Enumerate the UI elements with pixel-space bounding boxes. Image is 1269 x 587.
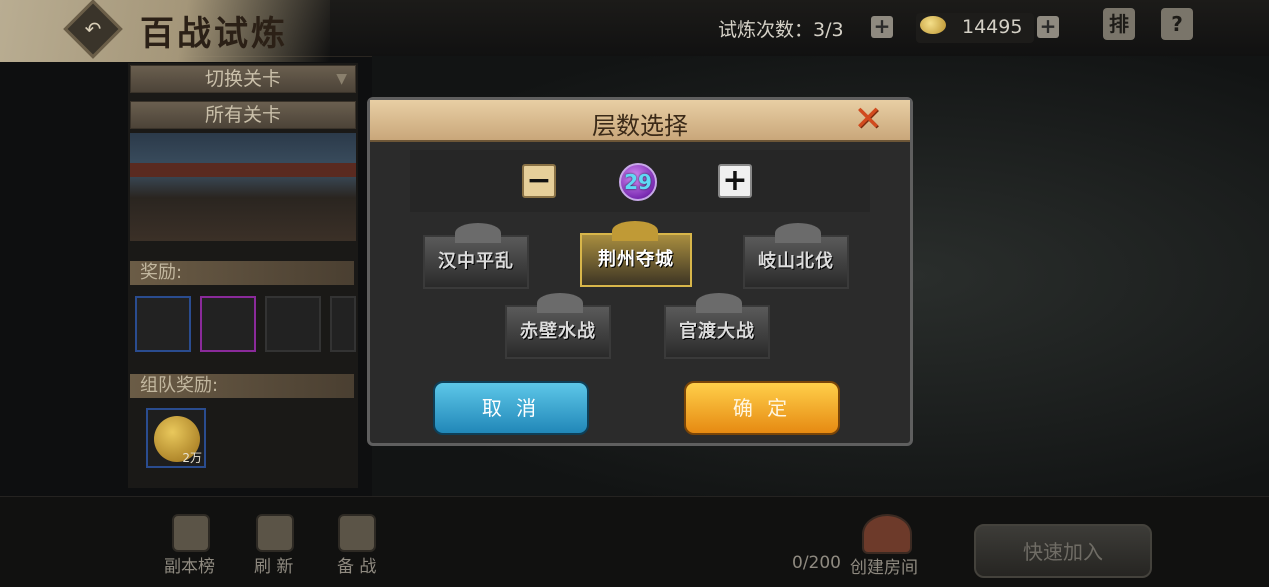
reward-item-weapon-2[interactable]	[200, 296, 256, 352]
stage-card-chibi[interactable]: 赤壁水战	[505, 293, 611, 359]
prepare-label[interactable]: 备 战	[337, 552, 376, 577]
gold-amount: 14495	[962, 16, 1023, 38]
team-reward-label: 组队奖励:	[130, 374, 354, 398]
gold-ingot-icon	[920, 16, 946, 34]
house-icon[interactable]	[862, 514, 912, 554]
confirm-button[interactable]: 确 定	[684, 381, 840, 435]
switch-stage-dropdown[interactable]: 切换关卡 ▼	[130, 65, 356, 93]
ranking-board-icon[interactable]	[172, 514, 210, 552]
help-button[interactable]: ?	[1161, 8, 1193, 40]
reward-item-weapon-1[interactable]	[135, 296, 191, 352]
stage-card-hanzhong[interactable]: 汉中平乱	[423, 223, 529, 289]
stage-card-jingzhou[interactable]: 荆州夺城	[580, 221, 692, 287]
team-reward-amount: 2万	[182, 451, 202, 465]
stage-preview-image	[130, 133, 356, 241]
dialog-title: 层数选择	[592, 112, 688, 140]
stage-card-guandu[interactable]: 官渡大战	[664, 293, 770, 359]
add-gold-button[interactable]: +	[1037, 16, 1059, 38]
close-icon[interactable]: ✕	[852, 102, 884, 136]
chevron-down-icon: ▼	[336, 71, 347, 87]
add-trial-button[interactable]: +	[871, 16, 893, 38]
create-room-label[interactable]: 创建房间	[850, 553, 918, 578]
team-reward-coin[interactable]: 2万	[146, 408, 206, 468]
stage-card-qishan[interactable]: 岐山北伐	[743, 223, 849, 289]
page-title: 百战试炼	[140, 14, 288, 54]
increase-level-button[interactable]: +	[718, 164, 752, 198]
decrease-level-button[interactable]: −	[522, 164, 556, 198]
all-stages-label[interactable]: 所有关卡	[130, 101, 356, 129]
reward-item-crystal[interactable]	[265, 296, 321, 352]
room-count: 0/200	[792, 553, 841, 573]
reward-label: 奖励:	[130, 261, 354, 285]
cancel-button[interactable]: 取 消	[433, 381, 589, 435]
refresh-label[interactable]: 刷 新	[254, 552, 293, 577]
switch-stage-label: 切换关卡	[204, 68, 281, 90]
refresh-icon[interactable]	[256, 514, 294, 552]
level-value: 29	[619, 163, 657, 201]
crossed-swords-icon[interactable]	[338, 514, 376, 552]
quick-join-button[interactable]: 快速加入	[974, 524, 1152, 578]
rank-button[interactable]: 排	[1103, 8, 1135, 40]
reward-item-gem[interactable]	[330, 296, 356, 352]
back-arrow-icon: ↶	[84, 17, 102, 41]
ranking-board-label[interactable]: 副本榜	[164, 552, 215, 577]
trial-count-label: 试炼次数：3/3	[718, 19, 844, 41]
